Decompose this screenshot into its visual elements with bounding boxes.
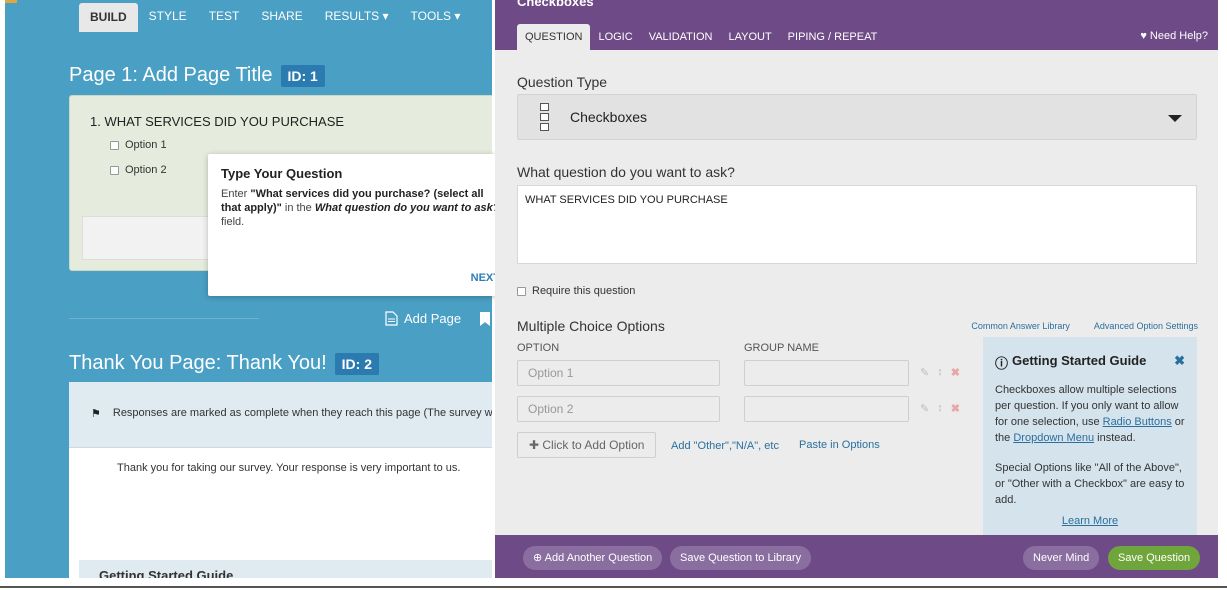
group-column-header: GROUP NAME <box>744 342 819 354</box>
guide-title: ⓘ Getting Started Guide <box>995 353 1146 372</box>
thankyou-message: Thank you for taking our survey. Your re… <box>117 462 461 474</box>
flag-icon: ⚑ <box>91 408 101 420</box>
save-to-library-button[interactable]: Save Question to Library <box>670 546 812 570</box>
checkbox-icon <box>110 165 119 175</box>
delete-icon[interactable]: ✖ <box>951 366 960 379</box>
thankyou-title[interactable]: Thank You Page: Thank You! <box>69 352 327 375</box>
question-type-value: Checkboxes <box>570 109 648 125</box>
chevron-down-icon <box>1168 115 1182 122</box>
option-label: Option 2 <box>125 164 167 176</box>
radio-buttons-link[interactable]: Radio Buttons <box>1103 416 1172 428</box>
tab-results[interactable]: RESULTS ▾ <box>314 0 400 32</box>
editor-header: Checkboxes QUESTION LOGIC VALIDATION LAY… <box>495 0 1218 50</box>
page-divider <box>69 318 259 319</box>
save-question-button[interactable]: Save Question <box>1108 546 1201 570</box>
tutorial-popover: × Type Your Question Enter "What service… <box>208 154 517 296</box>
question-type-select[interactable]: Checkboxes <box>517 94 1197 140</box>
thankyou-id-badge: ID: 2 <box>334 352 379 375</box>
guide-text: Checkboxes allow multiple selections per… <box>995 384 1185 444</box>
guide-text-special: Special Options like "All of the Above",… <box>995 462 1185 506</box>
page-1-title[interactable]: Page 1: Add Page Title <box>69 64 273 87</box>
add-page-label: Add Page <box>404 311 462 326</box>
question-option-1: Option 1 <box>110 139 167 151</box>
add-another-question-button[interactable]: ⊕ Add Another Question <box>523 546 663 570</box>
paste-options-link[interactable]: Paste in Options <box>799 439 880 451</box>
question-type-label: Question Type <box>517 74 608 90</box>
tab-build[interactable]: BUILD <box>79 3 138 32</box>
move-icon[interactable]: ↕ <box>937 402 943 415</box>
question-title: 1. WHAT SERVICES DID YOU PURCHASE <box>90 114 345 129</box>
option-column-header: OPTION <box>517 342 560 354</box>
thankyou-heading: Thank You Page: Thank You! ID: 2 <box>69 352 379 375</box>
option-input[interactable]: Option 2 <box>517 396 720 422</box>
thankyou-card[interactable]: ⚑ Responses are marked as complete when … <box>69 382 492 578</box>
option-row-actions: ✎ ↕ ✖ <box>920 402 960 415</box>
dropdown-menu-link[interactable]: Dropdown Menu <box>1013 432 1094 444</box>
tab-question[interactable]: QUESTION <box>517 24 591 50</box>
group-name-input[interactable] <box>744 396 909 422</box>
editor-tabs: QUESTION LOGIC VALIDATION LAYOUT PIPING … <box>517 24 885 50</box>
mc-options-label: Multiple Choice Options <box>517 318 665 334</box>
pencil-icon[interactable]: ✎ <box>920 402 929 415</box>
builder-tabs: BUILD STYLE TEST SHARE RESULTS ▾ TOOLS ▾ <box>79 0 471 32</box>
editor-title: Checkboxes <box>517 0 594 9</box>
need-help-link[interactable]: ♥ Need Help? <box>1140 30 1208 42</box>
require-label: Require this question <box>532 285 636 297</box>
require-question-row[interactable]: Require this question <box>517 285 635 297</box>
pencil-icon[interactable]: ✎ <box>920 366 929 379</box>
tab-share[interactable]: SHARE <box>250 0 313 32</box>
option-label: Option 1 <box>125 139 167 151</box>
require-checkbox[interactable] <box>517 286 526 296</box>
add-option-button[interactable]: ✚ Click to Add Option <box>517 432 657 458</box>
option-input[interactable]: Option 1 <box>517 360 720 386</box>
advanced-option-settings-link[interactable]: Advanced Option Settings <box>1094 321 1198 331</box>
question-text-label: What question do you want to ask? <box>517 164 735 180</box>
tab-test[interactable]: TEST <box>198 0 251 32</box>
add-page-button[interactable]: Add Page <box>385 311 461 326</box>
tab-logic[interactable]: LOGIC <box>590 24 640 50</box>
getting-started-guide: ⓘ Getting Started Guide ✖ Checkboxes all… <box>983 337 1197 537</box>
never-mind-button[interactable]: Never Mind <box>1023 546 1100 570</box>
info-icon: ⓘ <box>995 356 1009 371</box>
tab-layout[interactable]: LAYOUT <box>720 24 779 50</box>
checkboxes-icon <box>540 103 554 133</box>
getting-started-strip: Getting Started Guide <box>79 560 492 578</box>
page-1-id-badge: ID: 1 <box>280 64 325 87</box>
move-icon[interactable]: ↕ <box>937 366 943 379</box>
window-bottom-border <box>0 586 1227 588</box>
page-icon <box>385 311 398 326</box>
popover-title: Type Your Question <box>221 166 343 181</box>
checkbox-icon <box>110 140 119 150</box>
option-row-actions: ✎ ↕ ✖ <box>920 366 960 379</box>
options-links: Common Answer Library Advanced Option Se… <box>971 321 1198 331</box>
editor-footer: ⊕ Add Another Question Save Question to … <box>495 535 1218 578</box>
tab-piping-repeat[interactable]: PIPING / REPEAT <box>780 24 886 50</box>
group-name-input[interactable] <box>744 360 909 386</box>
close-icon[interactable]: ✖ <box>1174 353 1185 369</box>
thankyou-notice: ⚑ Responses are marked as complete when … <box>69 382 492 448</box>
bookmark-icon[interactable] <box>480 312 490 326</box>
tab-style[interactable]: STYLE <box>138 0 198 32</box>
delete-icon[interactable]: ✖ <box>951 402 960 415</box>
add-other-link[interactable]: Add "Other","N/A", etc <box>671 440 779 452</box>
popover-body: Enter "What services did you purchase? (… <box>221 188 500 228</box>
question-text-input[interactable]: WHAT SERVICES DID YOU PURCHASE <box>517 185 1197 264</box>
common-answer-library-link[interactable]: Common Answer Library <box>971 321 1070 331</box>
page-1-heading: Page 1: Add Page Title ID: 1 <box>69 64 325 87</box>
question-option-2: Option 2 <box>110 164 167 176</box>
tab-tools[interactable]: TOOLS ▾ <box>400 0 472 32</box>
guide-title-text: Getting Started Guide <box>1012 353 1147 368</box>
special-options-link[interactable]: Special Options <box>995 462 1072 474</box>
tab-validation[interactable]: VALIDATION <box>641 24 721 50</box>
question-editor: Checkboxes QUESTION LOGIC VALIDATION LAY… <box>495 0 1218 578</box>
corner-accent <box>5 0 17 3</box>
thankyou-notice-text: Responses are marked as complete when th… <box>112 407 492 419</box>
learn-more-link[interactable]: Learn More <box>983 515 1197 527</box>
